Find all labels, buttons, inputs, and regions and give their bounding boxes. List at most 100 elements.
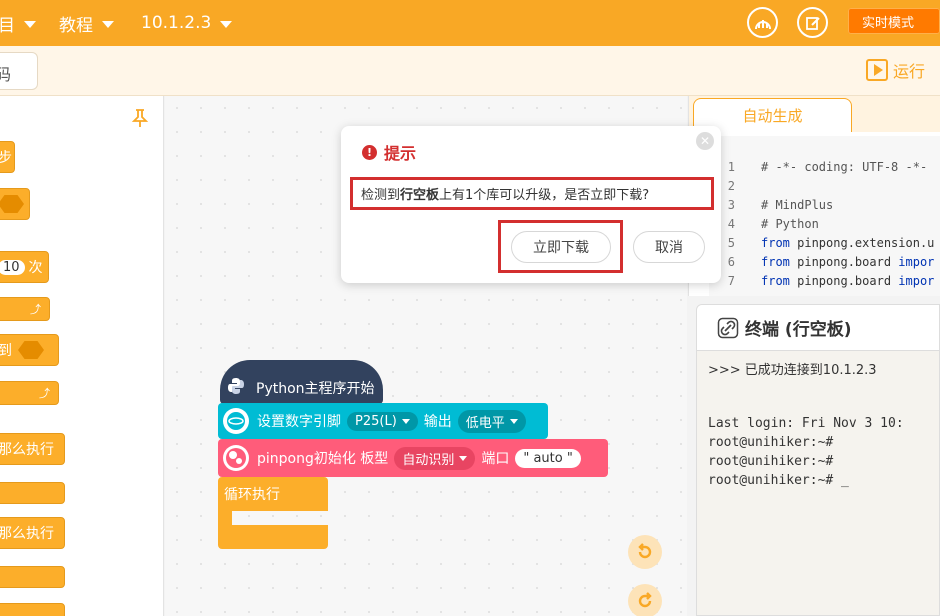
project-menu[interactable]: 目 [0, 0, 36, 46]
edit-button[interactable] [797, 7, 828, 38]
loop-block-label: 循环执行 [224, 487, 280, 503]
project-menu-label: 目 [0, 15, 15, 36]
chevron-down-icon [102, 21, 114, 28]
port-input[interactable]: " auto " [515, 448, 581, 468]
palette-block[interactable]: 那么执行 [0, 517, 65, 549]
pin-output-icon [223, 408, 249, 434]
code-text: # MindPlus [761, 198, 834, 212]
palette-block[interactable]: 步 [0, 141, 15, 173]
tutorial-menu[interactable]: 教程 [59, 0, 114, 46]
code-text: pinpong.board [789, 274, 899, 288]
dialog-title-text: 提示 [384, 144, 417, 163]
palette-block-label: 到 [0, 340, 12, 360]
hexagon-slot-icon [18, 341, 44, 359]
cancel-button[interactable]: 取消 [633, 231, 705, 263]
cancel-label: 取消 [655, 240, 683, 256]
hexagon-slot-icon [0, 195, 24, 213]
pinpong-init-block[interactable]: pinpong初始化 板型 自动识别 端口 " auto " [218, 439, 608, 477]
code-keyword: impor [898, 274, 935, 288]
play-icon [866, 59, 888, 81]
code-text: pinpong.extension.u [789, 236, 935, 250]
toolbar: 码 运行 [0, 46, 940, 96]
dialog-message-prefix: 检测到 [361, 188, 401, 203]
terminal-line: root@unihiker:~# [708, 435, 834, 450]
terminal-line: >>> 已成功连接到10.1.2.3 [708, 363, 877, 378]
board-select[interactable]: 自动识别 [394, 446, 476, 470]
loop-block-footer [218, 525, 328, 549]
terminal-panel: 终端 (行空板) >>> 已成功连接到10.1.2.3 Last login: … [696, 304, 940, 616]
code-keyword: from [761, 274, 790, 288]
pin-block-middle: 输出 [423, 414, 452, 430]
chevron-down-icon [24, 21, 36, 28]
code-text: # Python [761, 217, 819, 231]
pin-icon[interactable] [131, 108, 149, 128]
pin-block-prefix: 设置数字引脚 [257, 414, 341, 430]
digital-pin-block[interactable]: 设置数字引脚 P25(L) 输出 低电平 [218, 403, 548, 439]
python-main-block[interactable]: Python主程序开始 [220, 360, 383, 404]
loop-block[interactable]: 循环执行 [218, 477, 328, 549]
code-text: # -*- coding: UTF-8 -*- [761, 160, 928, 174]
terminal-line: root@unihiker:~# _ [708, 473, 849, 488]
level-select[interactable]: 低电平 [457, 409, 526, 433]
repeat-count[interactable]: 10 [0, 259, 25, 275]
python-main-label: Python主程序开始 [256, 381, 375, 397]
chevron-down-icon [509, 418, 518, 424]
palette-block[interactable] [0, 188, 30, 220]
pin-select[interactable]: P25(L) [347, 411, 418, 431]
level-select-value: 低电平 [465, 415, 505, 431]
palette-block[interactable] [0, 482, 65, 504]
run-label: 运行 [893, 62, 926, 81]
code-tab-bar: 自动生成 [689, 96, 940, 132]
device-ip-label: 10.1.2.3 [141, 13, 212, 33]
chevron-down-icon [459, 455, 468, 461]
dialog-message-suffix: 上有1个库可以升级，是否立即下载? [439, 188, 650, 203]
palette-block[interactable]: ⤴ [0, 297, 50, 321]
code-editor[interactable]: 1 # -*- coding: UTF-8 -*- 2 3 # MindPlus 4… [709, 136, 940, 296]
download-now-label: 立即下载 [533, 240, 589, 256]
code-line: 7 from pinpong.board impor [709, 274, 935, 293]
block-palette: 步 10 次 ⤴ 到 ⤴ 那么执行 那么执行 [0, 96, 164, 616]
undo-button[interactable] [628, 535, 662, 569]
link-icon [717, 317, 739, 338]
realtime-mode-label: 实时模式 [862, 15, 915, 31]
dialog-title: ! 提示 [362, 140, 416, 164]
redo-icon [638, 592, 652, 608]
redo-button[interactable] [628, 584, 662, 616]
code-keyword: from [761, 236, 790, 250]
chevron-down-icon [220, 21, 233, 28]
search-input[interactable]: 码 [0, 52, 38, 90]
realtime-mode-button[interactable]: 实时模式 [848, 8, 940, 34]
dashboard-icon [754, 19, 771, 29]
palette-block-label: 次 [28, 260, 43, 276]
code-line: 1 # -*- coding: UTF-8 -*- [709, 160, 927, 179]
run-button[interactable]: 运行 [866, 58, 925, 82]
pinpong-block-prefix: pinpong初始化 板型 [257, 451, 389, 467]
pinpong-block-middle: 端口 [481, 451, 510, 467]
palette-block[interactable]: 到 [0, 334, 59, 366]
palette-block[interactable]: ⤴ [0, 381, 59, 405]
palette-block-label: 步 [0, 147, 12, 167]
tutorial-menu-label: 教程 [59, 15, 93, 36]
palette-block-label: 那么执行 [0, 526, 54, 542]
palette-block[interactable] [0, 603, 65, 616]
terminal-header: 终端 (行空板) [697, 305, 939, 351]
palette-block[interactable] [0, 566, 65, 588]
pin-select-value: P25(L) [355, 413, 397, 429]
port-input-value: " auto " [523, 450, 573, 466]
loop-block-arm [218, 511, 232, 525]
download-now-button[interactable]: 立即下载 [511, 231, 611, 263]
terminal-line: Last login: Fri Nov 3 10: [708, 416, 904, 431]
python-icon [224, 374, 248, 398]
dashboard-button[interactable] [747, 7, 778, 38]
code-keyword: from [761, 255, 790, 269]
palette-block[interactable]: 10 次 [0, 251, 49, 283]
dialog-message: 检测到 行空板 上有1个库可以升级，是否立即下载? [350, 177, 714, 210]
top-bar: 目 教程 10.1.2.3 实时模式 [0, 0, 940, 46]
palette-block-label: 那么执行 [0, 442, 54, 458]
device-menu[interactable]: 10.1.2.3 [141, 0, 233, 46]
loop-block-header: 循环执行 [218, 477, 328, 511]
search-input-text: 码 [0, 65, 12, 84]
edit-icon [805, 16, 820, 30]
close-icon[interactable]: ✕ [696, 132, 714, 150]
palette-block[interactable]: 那么执行 [0, 433, 65, 465]
